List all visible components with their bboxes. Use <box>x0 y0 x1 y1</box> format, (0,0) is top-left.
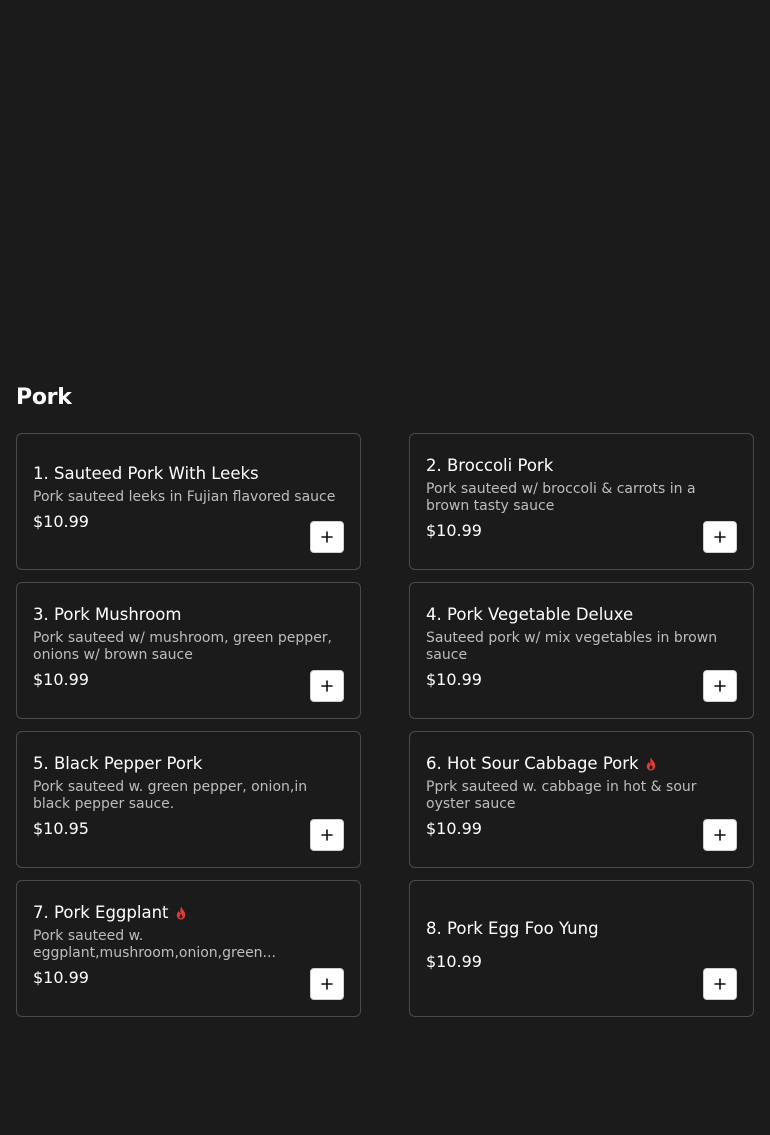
section-title: Pork <box>16 385 72 410</box>
item-name: 6. Hot Sour Cabbage Pork <box>426 753 639 773</box>
item-name: 4. Pork Vegetable Deluxe <box>426 604 634 624</box>
item-name-row: 4. Pork Vegetable Deluxe <box>426 604 737 626</box>
item-price: $10.99 <box>33 967 89 987</box>
item-name: 7. Pork Eggplant <box>33 902 169 922</box>
add-to-cart-button[interactable] <box>703 819 737 851</box>
menu-item-card[interactable]: 3. Pork Mushroom Pork sauteed w/ mushroo… <box>16 582 361 719</box>
item-name: 8. Pork Egg Foo Yung <box>426 918 599 938</box>
menu-item-card[interactable]: 4. Pork Vegetable Deluxe Sauteed pork w/… <box>409 582 754 719</box>
item-price: $10.99 <box>426 818 482 838</box>
plus-icon <box>714 829 726 841</box>
flame-icon <box>175 906 187 920</box>
add-to-cart-button[interactable] <box>703 521 737 553</box>
item-name: 5. Black Pepper Pork <box>33 753 203 773</box>
plus-icon <box>321 680 333 692</box>
plus-icon <box>714 978 726 990</box>
item-name-row: 2. Broccoli Pork <box>426 455 737 477</box>
item-name-row: 7. Pork Eggplant <box>33 902 344 924</box>
item-price: $10.99 <box>426 951 482 971</box>
item-price: $10.99 <box>33 669 89 689</box>
add-to-cart-button[interactable] <box>310 968 344 1000</box>
item-name: 2. Broccoli Pork <box>426 455 554 475</box>
plus-icon <box>321 829 333 841</box>
menu-item-card[interactable]: 6. Hot Sour Cabbage Pork Pprk sauteed w.… <box>409 731 754 868</box>
plus-icon <box>321 531 333 543</box>
menu-item-card[interactable]: 2. Broccoli Pork Pork sauteed w/ broccol… <box>409 433 754 570</box>
item-description: Sauteed pork w/ mix vegetables in brown … <box>426 629 718 663</box>
item-description: Pork sauteed w/ broccoli & carrots in a … <box>426 480 696 514</box>
item-description: Pprk sauteed w. cabbage in hot & sour oy… <box>426 778 697 812</box>
item-price: $10.95 <box>33 818 89 838</box>
add-to-cart-button[interactable] <box>310 819 344 851</box>
item-price: $10.99 <box>426 520 482 540</box>
add-to-cart-button[interactable] <box>310 670 344 702</box>
item-price: $10.99 <box>426 669 482 689</box>
item-name-row: 3. Pork Mushroom <box>33 604 344 626</box>
item-description: Pork sauteed leeks in Fujian flavored sa… <box>33 489 336 505</box>
menu-item-card[interactable]: 7. Pork Eggplant Pork sauteed w. eggplan… <box>16 880 361 1017</box>
add-to-cart-button[interactable] <box>310 521 344 553</box>
item-name-row: 5. Black Pepper Pork <box>33 753 344 775</box>
item-name-row: 8. Pork Egg Foo Yung <box>426 918 737 940</box>
menu-items-grid: 1. Sauteed Pork With Leeks Pork sauteed … <box>16 433 754 1017</box>
plus-icon <box>714 531 726 543</box>
menu-item-card[interactable]: 5. Black Pepper Pork Pork sauteed w. gre… <box>16 731 361 868</box>
add-to-cart-button[interactable] <box>703 670 737 702</box>
item-name: 3. Pork Mushroom <box>33 604 182 624</box>
plus-icon <box>714 680 726 692</box>
item-description: Pork sauteed w. eggplant,mushroom,onion,… <box>33 927 276 961</box>
menu-item-card[interactable]: 8. Pork Egg Foo Yung $10.99 <box>409 880 754 1017</box>
flame-icon <box>645 757 657 771</box>
plus-icon <box>321 978 333 990</box>
item-description: Pork sauteed w/ mushroom, green pepper, … <box>33 629 333 663</box>
add-to-cart-button[interactable] <box>703 968 737 1000</box>
menu-item-card[interactable]: 1. Sauteed Pork With Leeks Pork sauteed … <box>16 433 361 570</box>
item-description: Pork sauteed w. green pepper, onion,in b… <box>33 778 308 812</box>
item-name-row: 6. Hot Sour Cabbage Pork <box>426 753 737 775</box>
item-price: $10.99 <box>33 512 89 531</box>
item-name-row: 1. Sauteed Pork With Leeks <box>33 463 344 485</box>
item-name: 1. Sauteed Pork With Leeks <box>33 464 259 483</box>
